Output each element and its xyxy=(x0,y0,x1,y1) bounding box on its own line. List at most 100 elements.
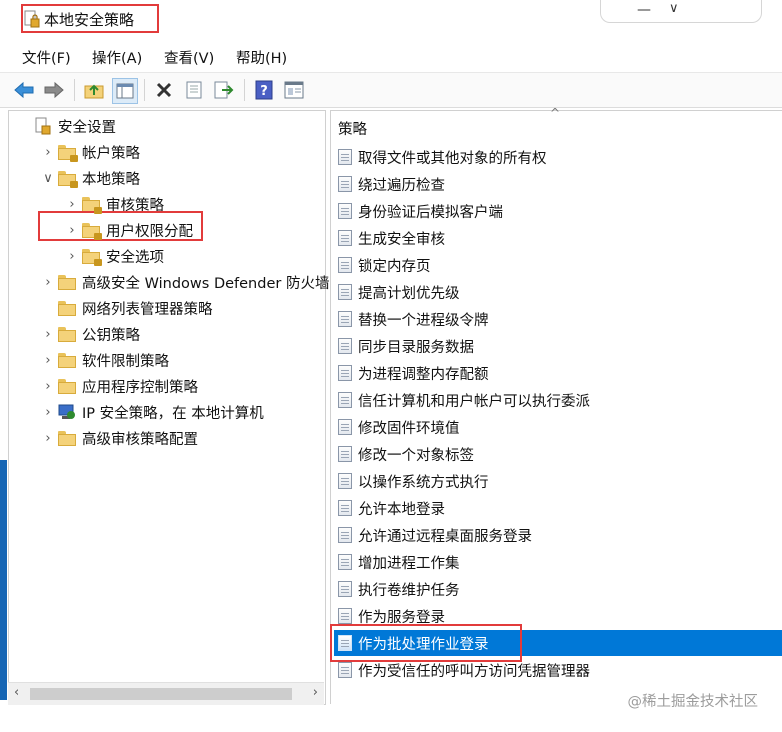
policy-row[interactable]: 取得文件或其他对象的所有权 xyxy=(334,144,782,170)
policy-icon xyxy=(338,581,352,597)
policy-row[interactable]: 允许本地登录 xyxy=(334,495,782,521)
tree-item[interactable]: › 帐户策略 xyxy=(40,140,140,164)
policy-label: 绕过遍历检查 xyxy=(358,177,445,194)
tree-item-label: IP 安全策略，在 本地计算机 xyxy=(82,405,264,422)
policy-row[interactable]: 允许通过远程桌面服务登录 xyxy=(334,522,782,548)
policy-label: 执行卷维护任务 xyxy=(358,582,460,599)
policy-icon xyxy=(338,230,352,246)
folder-icon xyxy=(58,378,76,394)
policy-row[interactable]: 信任计算机和用户帐户可以执行委派 xyxy=(334,387,782,413)
lock-icon xyxy=(94,258,102,266)
tree-item[interactable]: › 高级审核策略配置 xyxy=(40,426,198,450)
scroll-right-icon[interactable]: › xyxy=(313,685,318,700)
help-icon[interactable]: ? xyxy=(252,78,276,102)
minimize-button[interactable]: — xyxy=(637,2,651,18)
menu-view[interactable]: 查看(V) xyxy=(164,47,214,68)
show-hide-tree-icon[interactable] xyxy=(112,78,138,104)
chevron-right-icon[interactable]: › xyxy=(40,327,56,342)
tree-item-label: 安全设置 xyxy=(58,119,116,136)
chevron-right-icon[interactable]: › xyxy=(64,249,80,264)
tree-item-label: 软件限制策略 xyxy=(82,353,169,370)
policy-icon xyxy=(338,203,352,219)
policy-label: 替换一个进程级令牌 xyxy=(358,312,489,329)
lock-icon xyxy=(70,180,78,188)
scrollbar-thumb[interactable] xyxy=(30,688,292,700)
menu-bar: 文件(F) 操作(A) 查看(V) 帮助(H) xyxy=(0,44,782,70)
tree-item-label: 网络列表管理器策略 xyxy=(82,301,213,318)
locked-folder-icon xyxy=(58,144,78,162)
policy-row[interactable]: 以操作系统方式执行 xyxy=(334,468,782,494)
menu-help[interactable]: 帮助(H) xyxy=(236,47,287,68)
lock-icon xyxy=(70,154,78,162)
tree-item[interactable]: › 软件限制策略 xyxy=(40,348,169,372)
chevron-right-icon[interactable]: › xyxy=(40,431,56,446)
policy-row[interactable]: 替换一个进程级令牌 xyxy=(334,306,782,332)
security-settings-icon xyxy=(35,117,51,135)
column-header-policy[interactable]: 策略 xyxy=(338,118,367,139)
toolbar: ? xyxy=(0,72,782,108)
folder-icon xyxy=(58,430,76,446)
policy-row[interactable]: 执行卷维护任务 xyxy=(334,576,782,602)
chevron-right-icon[interactable]: › xyxy=(40,145,56,160)
chevron-down-icon[interactable]: ∨ xyxy=(669,1,679,16)
lock-icon xyxy=(94,232,102,240)
tree-item-label: 安全选项 xyxy=(106,249,164,266)
policy-icon xyxy=(338,338,352,354)
watermark: @稀土掘金技术社区 xyxy=(627,694,759,710)
scroll-left-icon[interactable]: ‹ xyxy=(14,685,19,700)
policy-icon xyxy=(338,608,352,624)
console-view-icon[interactable] xyxy=(282,78,306,102)
folder-icon xyxy=(58,274,76,290)
back-arrow-icon[interactable] xyxy=(12,78,36,102)
chevron-right-icon[interactable]: › xyxy=(40,275,56,290)
tree-item[interactable]: ∨ 本地策略 xyxy=(40,166,140,190)
export-list-icon[interactable] xyxy=(212,78,236,102)
chevron-right-icon[interactable]: › xyxy=(40,405,56,420)
properties-icon[interactable] xyxy=(182,78,206,102)
policy-row[interactable]: 提高计划优先级 xyxy=(334,279,782,305)
horizontal-scrollbar[interactable]: ‹ › xyxy=(8,682,324,705)
policy-highlight-box xyxy=(330,624,522,662)
folder-icon xyxy=(58,352,76,368)
lock-icon xyxy=(94,206,102,214)
tree-highlight-box xyxy=(38,211,203,241)
policy-icon xyxy=(338,446,352,462)
policy-row[interactable]: 生成安全审核 xyxy=(334,225,782,251)
menu-file[interactable]: 文件(F) xyxy=(22,47,71,68)
chevron-down-icon[interactable]: ∨ xyxy=(40,171,56,186)
menu-action[interactable]: 操作(A) xyxy=(92,47,142,68)
tree-item-label: 公钥策略 xyxy=(82,327,140,344)
tree-item[interactable]: 网络列表管理器策略 xyxy=(40,296,213,320)
policy-row[interactable]: 修改一个对象标签 xyxy=(334,441,782,467)
policy-row[interactable]: 身份验证后模拟客户端 xyxy=(334,198,782,224)
tree-item[interactable]: › 高级安全 Windows Defender 防火墙 xyxy=(40,270,329,294)
tree-item[interactable]: 安全设置 xyxy=(16,114,116,138)
chevron-right-icon[interactable]: › xyxy=(64,197,80,212)
policy-row[interactable]: 同步目录服务数据 xyxy=(334,333,782,359)
sort-caret-icon[interactable]: ^ xyxy=(550,106,560,120)
window-controls: — ∨ xyxy=(600,0,762,23)
policy-row[interactable]: 修改固件环境值 xyxy=(334,414,782,440)
policy-icon xyxy=(338,149,352,165)
chevron-right-icon[interactable]: › xyxy=(40,353,56,368)
desktop-edge xyxy=(0,460,7,700)
policy-row[interactable]: 增加进程工作集 xyxy=(334,549,782,575)
tree-item[interactable]: › 应用程序控制策略 xyxy=(40,374,198,398)
tree-item-label: 高级安全 Windows Defender 防火墙 xyxy=(82,275,330,292)
policy-row[interactable]: 绕过遍历检查 xyxy=(334,171,782,197)
locked-folder-icon xyxy=(58,170,78,188)
chevron-right-icon[interactable]: › xyxy=(40,379,56,394)
policy-label: 提高计划优先级 xyxy=(358,285,460,302)
tree-item[interactable]: › 公钥策略 xyxy=(40,322,140,346)
policy-label: 增加进程工作集 xyxy=(358,555,460,572)
tree-item[interactable]: › IP 安全策略，在 本地计算机 xyxy=(40,400,264,424)
up-folder-icon[interactable] xyxy=(82,78,106,102)
policy-label: 信任计算机和用户帐户可以执行委派 xyxy=(358,393,590,410)
forward-arrow-icon[interactable] xyxy=(42,78,66,102)
delete-icon[interactable] xyxy=(152,78,176,102)
toolbar-separator xyxy=(144,79,145,101)
policy-icon xyxy=(338,284,352,300)
tree-item[interactable]: › 安全选项 xyxy=(64,244,164,268)
policy-row[interactable]: 为进程调整内存配额 xyxy=(334,360,782,386)
policy-row[interactable]: 锁定内存页 xyxy=(334,252,782,278)
